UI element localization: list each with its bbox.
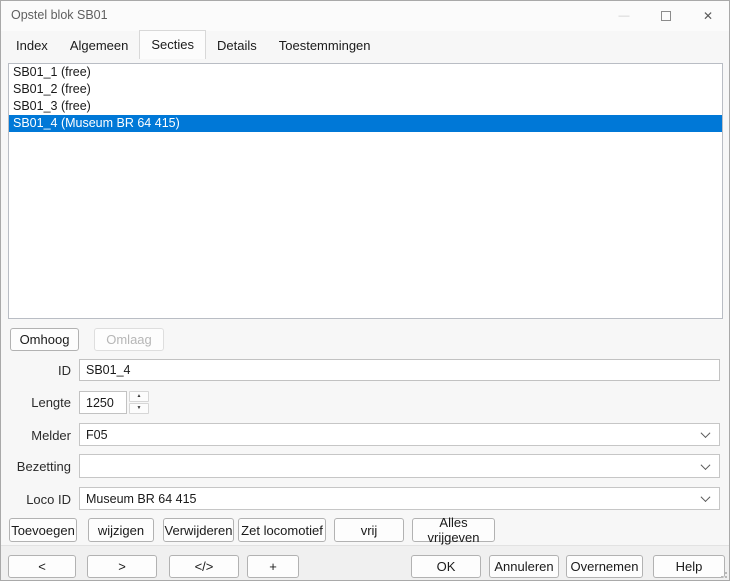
nav-code-button[interactable]: </>	[169, 555, 239, 578]
minimize-icon[interactable]: —	[603, 1, 645, 31]
titlebar: Opstel blok SB01 — ✕	[1, 1, 729, 31]
chevron-down-icon[interactable]	[691, 431, 719, 438]
overnemen-button[interactable]: Overnemen	[566, 555, 643, 578]
melder-value: F05	[80, 428, 691, 442]
alles-vrijgeven-button[interactable]: Alles vrijgeven	[412, 518, 495, 542]
chevron-down-icon[interactable]	[691, 463, 719, 470]
id-input[interactable]	[79, 359, 720, 381]
melder-combobox[interactable]: F05	[79, 423, 720, 446]
nav-next-button[interactable]: >	[87, 555, 157, 578]
spin-up-icon[interactable]: ▲	[129, 391, 149, 402]
loco-id-label: Loco ID	[9, 492, 71, 507]
omlaag-button[interactable]: Omlaag	[94, 328, 164, 351]
spin-down-icon[interactable]: ▼	[129, 403, 149, 414]
chevron-down-icon[interactable]	[691, 495, 719, 502]
bezetting-label: Bezetting	[9, 459, 71, 474]
lengte-input[interactable]	[79, 391, 127, 414]
window-title: Opstel blok SB01	[11, 8, 108, 22]
tab-details[interactable]: Details	[206, 34, 268, 59]
vrij-button[interactable]: vrij	[334, 518, 404, 542]
loco-id-value: Museum BR 64 415	[80, 492, 691, 506]
dialog-opstel-blok: Opstel blok SB01 — ✕ Index Algemeen Sect…	[0, 0, 730, 581]
melder-label: Melder	[9, 428, 71, 443]
loco-id-combobox[interactable]: Museum BR 64 415	[79, 487, 720, 510]
tab-algemeen[interactable]: Algemeen	[59, 34, 140, 59]
footer: < > </> + OK Annuleren Overnemen Help	[1, 545, 729, 580]
wijzigen-button[interactable]: wijzigen	[88, 518, 154, 542]
lengte-label: Lengte	[9, 395, 71, 410]
lengte-spinner: ▲ ▼	[79, 391, 149, 414]
lengte-spin-buttons: ▲ ▼	[129, 391, 149, 414]
tab-index[interactable]: Index	[5, 34, 59, 59]
sections-listbox[interactable]: SB01_1 (free) SB01_2 (free) SB01_3 (free…	[8, 63, 723, 319]
verwijderen-button[interactable]: Verwijderen	[163, 518, 234, 542]
annuleren-button[interactable]: Annuleren	[489, 555, 559, 578]
list-item[interactable]: SB01_1 (free)	[9, 64, 722, 81]
maximize-icon[interactable]	[645, 1, 687, 31]
id-label: ID	[9, 363, 71, 378]
nav-add-button[interactable]: +	[247, 555, 299, 578]
ok-button[interactable]: OK	[411, 555, 481, 578]
zet-locomotief-button[interactable]: Zet locomotief	[238, 518, 326, 542]
toevoegen-button[interactable]: Toevoegen	[9, 518, 77, 542]
nav-prev-button[interactable]: <	[8, 555, 76, 578]
resize-grip[interactable]	[717, 568, 727, 578]
maximize-box	[661, 11, 671, 21]
tab-secties[interactable]: Secties	[139, 30, 206, 59]
tab-toestemmingen[interactable]: Toestemmingen	[268, 34, 382, 59]
tabstrip: Index Algemeen Secties Details Toestemmi…	[5, 33, 382, 59]
omhoog-button[interactable]: Omhoog	[10, 328, 79, 351]
list-item[interactable]: SB01_3 (free)	[9, 98, 722, 115]
window-controls: — ✕	[603, 1, 729, 31]
bezetting-combobox[interactable]	[79, 454, 720, 478]
list-item[interactable]: SB01_4 (Museum BR 64 415)	[9, 115, 722, 132]
close-icon[interactable]: ✕	[687, 1, 729, 31]
help-button[interactable]: Help	[653, 555, 725, 578]
list-item[interactable]: SB01_2 (free)	[9, 81, 722, 98]
